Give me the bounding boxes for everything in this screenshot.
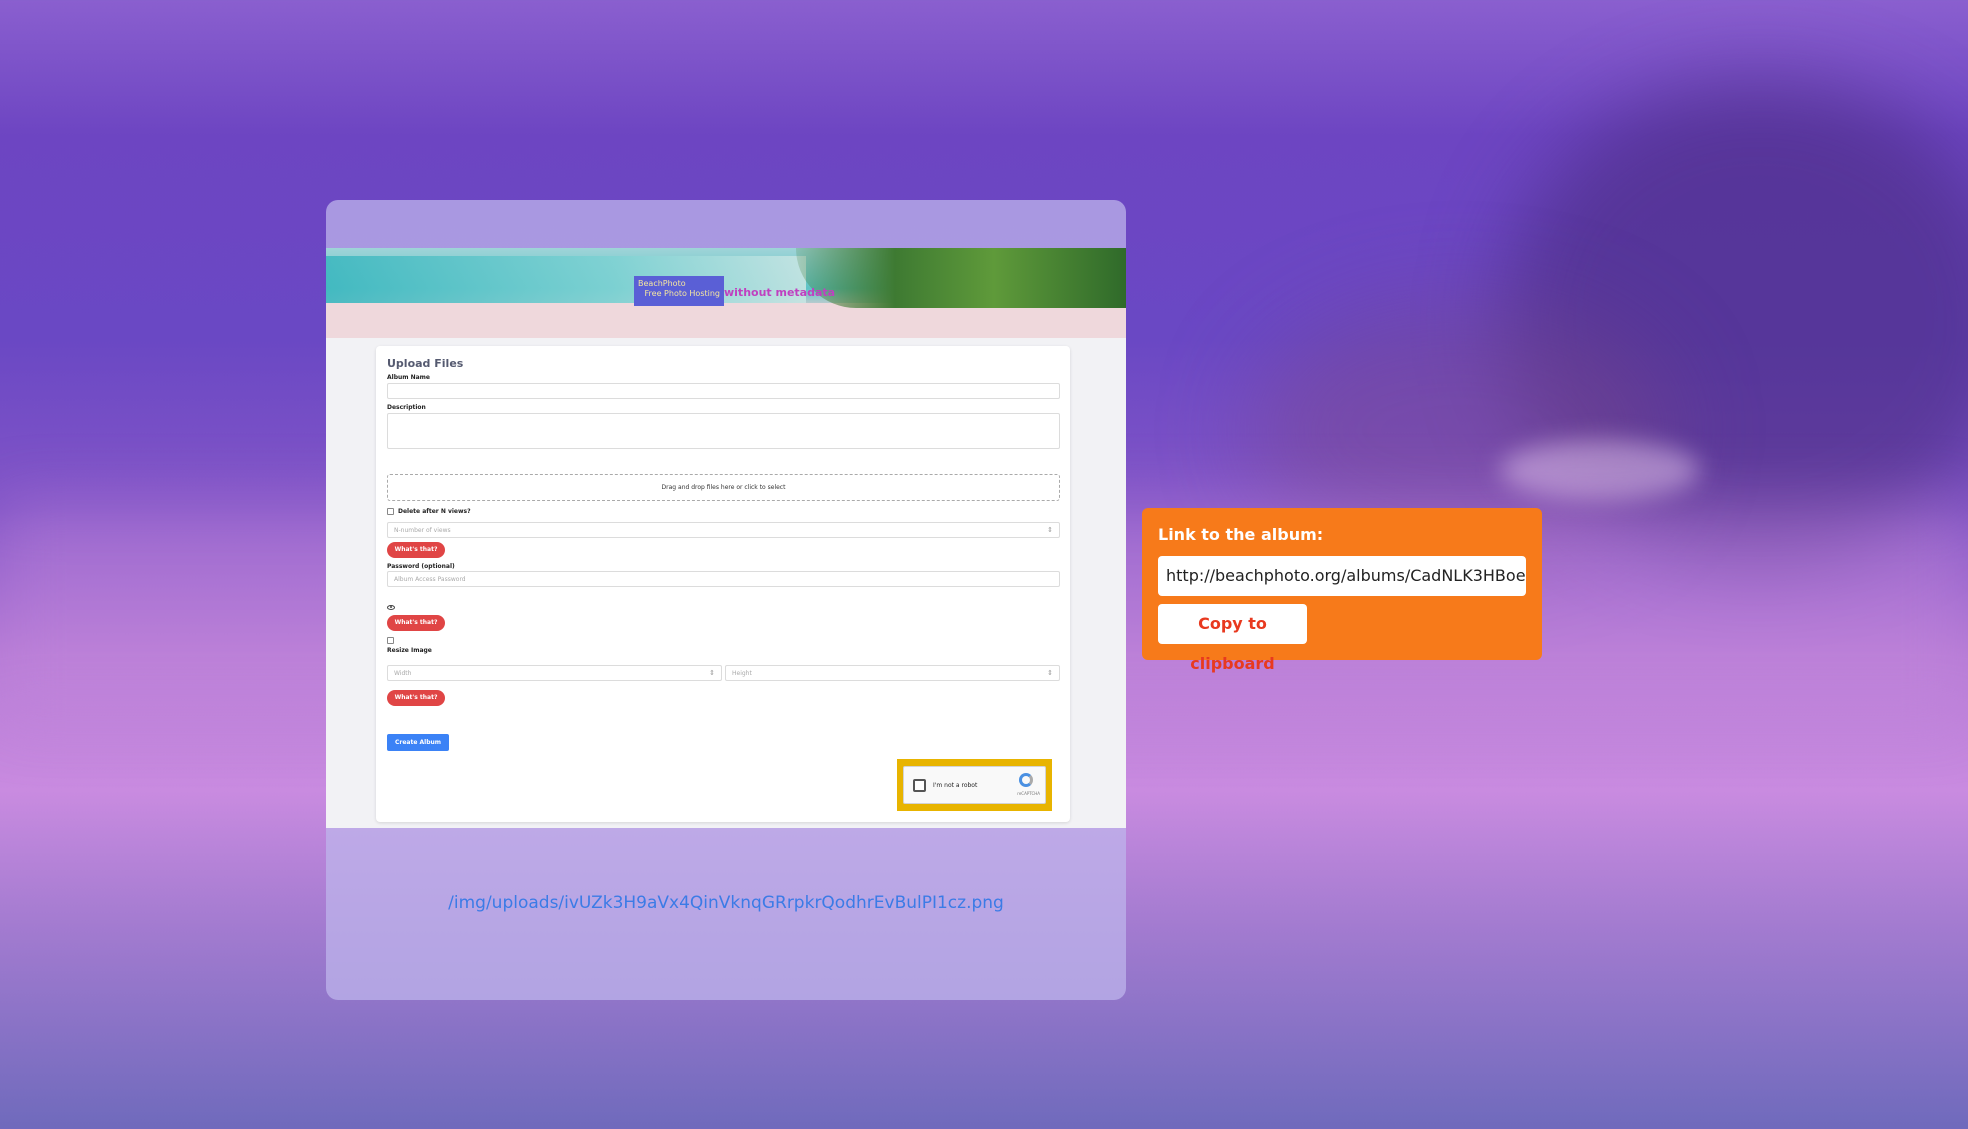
description-label: Description <box>387 404 426 411</box>
description-textarea[interactable] <box>387 413 1060 449</box>
logo-subtitle: Free Photo Hosting <box>644 289 720 298</box>
height-placeholder: Height <box>732 670 752 677</box>
album-link-title: Link to the album: <box>1158 525 1324 544</box>
album-url-field[interactable]: http://beachphoto.org/albums/CadNLK3HBoe… <box>1158 556 1526 596</box>
whats-that-button-1[interactable]: What's that? <box>387 542 445 558</box>
whats-that-button-2[interactable]: What's that? <box>387 615 445 631</box>
create-album-button[interactable]: Create Album <box>387 734 449 751</box>
recaptcha-logo-icon <box>1019 773 1033 787</box>
site-tagline: without metadata <box>724 286 836 299</box>
site-logo: BeachPhoto Free Photo Hosting <box>634 276 724 306</box>
uploaded-screenshot-preview: BeachPhoto Free Photo Hosting without me… <box>326 248 1126 828</box>
recaptcha-brand: reCAPTCHA <box>1017 791 1040 796</box>
form-title: Upload Files <box>387 357 464 370</box>
resize-label: Resize Image <box>387 647 432 654</box>
recaptcha-widget: I'm not a robot reCAPTCHA <box>903 766 1046 804</box>
width-placeholder: Width <box>394 670 412 677</box>
spinner-icon[interactable]: ⇕ <box>1047 526 1053 534</box>
delete-after-label: Delete after N views? <box>398 508 471 515</box>
show-password-eye-icon[interactable] <box>387 605 395 610</box>
logo-name: BeachPhoto <box>638 279 686 288</box>
password-label: Password (optional) <box>387 563 455 570</box>
album-link-panel: Link to the album: http://beachphoto.org… <box>1142 508 1542 673</box>
recaptcha-label: I'm not a robot <box>933 782 978 789</box>
album-name-label: Album Name <box>387 374 430 381</box>
password-input[interactable]: Album Access Password <box>387 571 1060 587</box>
site-banner: BeachPhoto Free Photo Hosting without me… <box>326 248 1126 338</box>
views-placeholder: N-number of views <box>394 527 451 534</box>
upload-form: Upload Files Album Name Description Drag… <box>376 346 1070 822</box>
captcha-highlight: I'm not a robot reCAPTCHA <box>897 759 1052 811</box>
height-input[interactable]: Height ⇕ <box>725 665 1060 681</box>
file-dropzone[interactable]: Drag and drop files here or click to sel… <box>387 474 1060 501</box>
password-placeholder: Album Access Password <box>394 576 466 583</box>
width-input[interactable]: Width ⇕ <box>387 665 722 681</box>
resize-checkbox[interactable] <box>387 637 394 644</box>
album-name-input[interactable] <box>387 383 1060 399</box>
delete-after-checkbox[interactable] <box>387 508 394 515</box>
copy-to-clipboard-button[interactable]: Copy to clipboard <box>1158 604 1307 673</box>
recaptcha-checkbox[interactable] <box>913 779 926 792</box>
uploaded-image-link[interactable]: /img/uploads/ivUZk3H9aVx4QinVknqGRrpkrQo… <box>326 893 1126 913</box>
whats-that-button-3[interactable]: What's that? <box>387 690 445 706</box>
views-number-input[interactable]: N-number of views ⇕ <box>387 522 1060 538</box>
spinner-icon[interactable]: ⇕ <box>709 669 715 677</box>
image-preview-card: BeachPhoto Free Photo Hosting without me… <box>326 200 1126 1000</box>
spinner-icon[interactable]: ⇕ <box>1047 669 1053 677</box>
